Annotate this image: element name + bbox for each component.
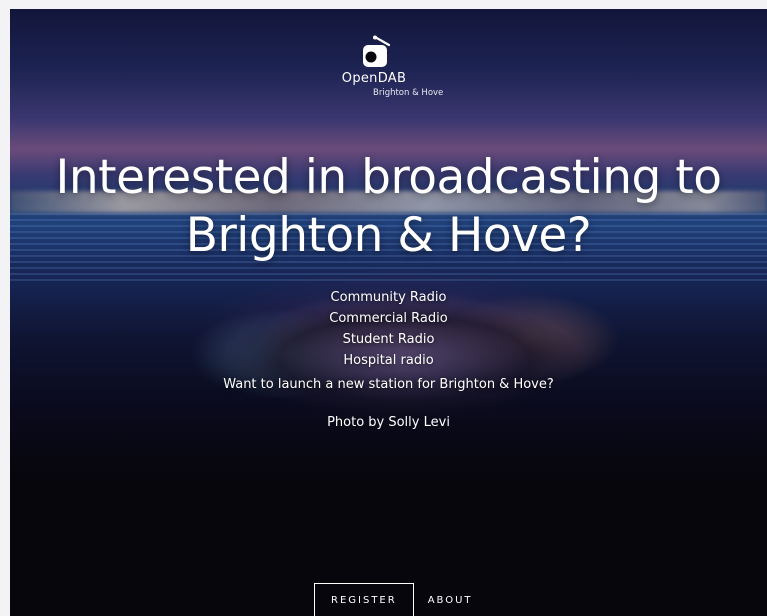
register-button[interactable]: REGISTER <box>314 583 414 616</box>
station-type-item: Hospital radio <box>343 353 434 368</box>
station-type-list: Community Radio Commercial Radio Student… <box>10 287 767 371</box>
station-type-item: Commercial Radio <box>329 311 448 326</box>
station-type-item: Community Radio <box>330 290 447 305</box>
brand-name: OpenDAB <box>341 71 407 86</box>
site-logo[interactable]: OpenDAB Brighton & Hove <box>329 35 459 105</box>
photo-credit: Photo by Solly Levi <box>327 415 450 430</box>
hero-content: OpenDAB Brighton & Hove Interested in br… <box>10 9 767 616</box>
headline-line-2: Brighton & Hove? <box>185 208 592 263</box>
brand-location: Brighton & Hove <box>373 88 444 98</box>
about-link[interactable]: ABOUT <box>428 595 473 606</box>
hero-section: OpenDAB Brighton & Hove Interested in br… <box>10 9 767 616</box>
headline-line-1: Interested in broadcasting to <box>55 150 722 205</box>
radio-icon <box>363 35 391 67</box>
station-type-item: Student Radio <box>342 332 435 347</box>
main-nav: REGISTER ABOUT <box>314 583 473 616</box>
launch-prompt: Want to launch a new station for Brighto… <box>223 377 554 392</box>
page-headline: Interested in broadcasting to Brighton &… <box>10 149 767 265</box>
